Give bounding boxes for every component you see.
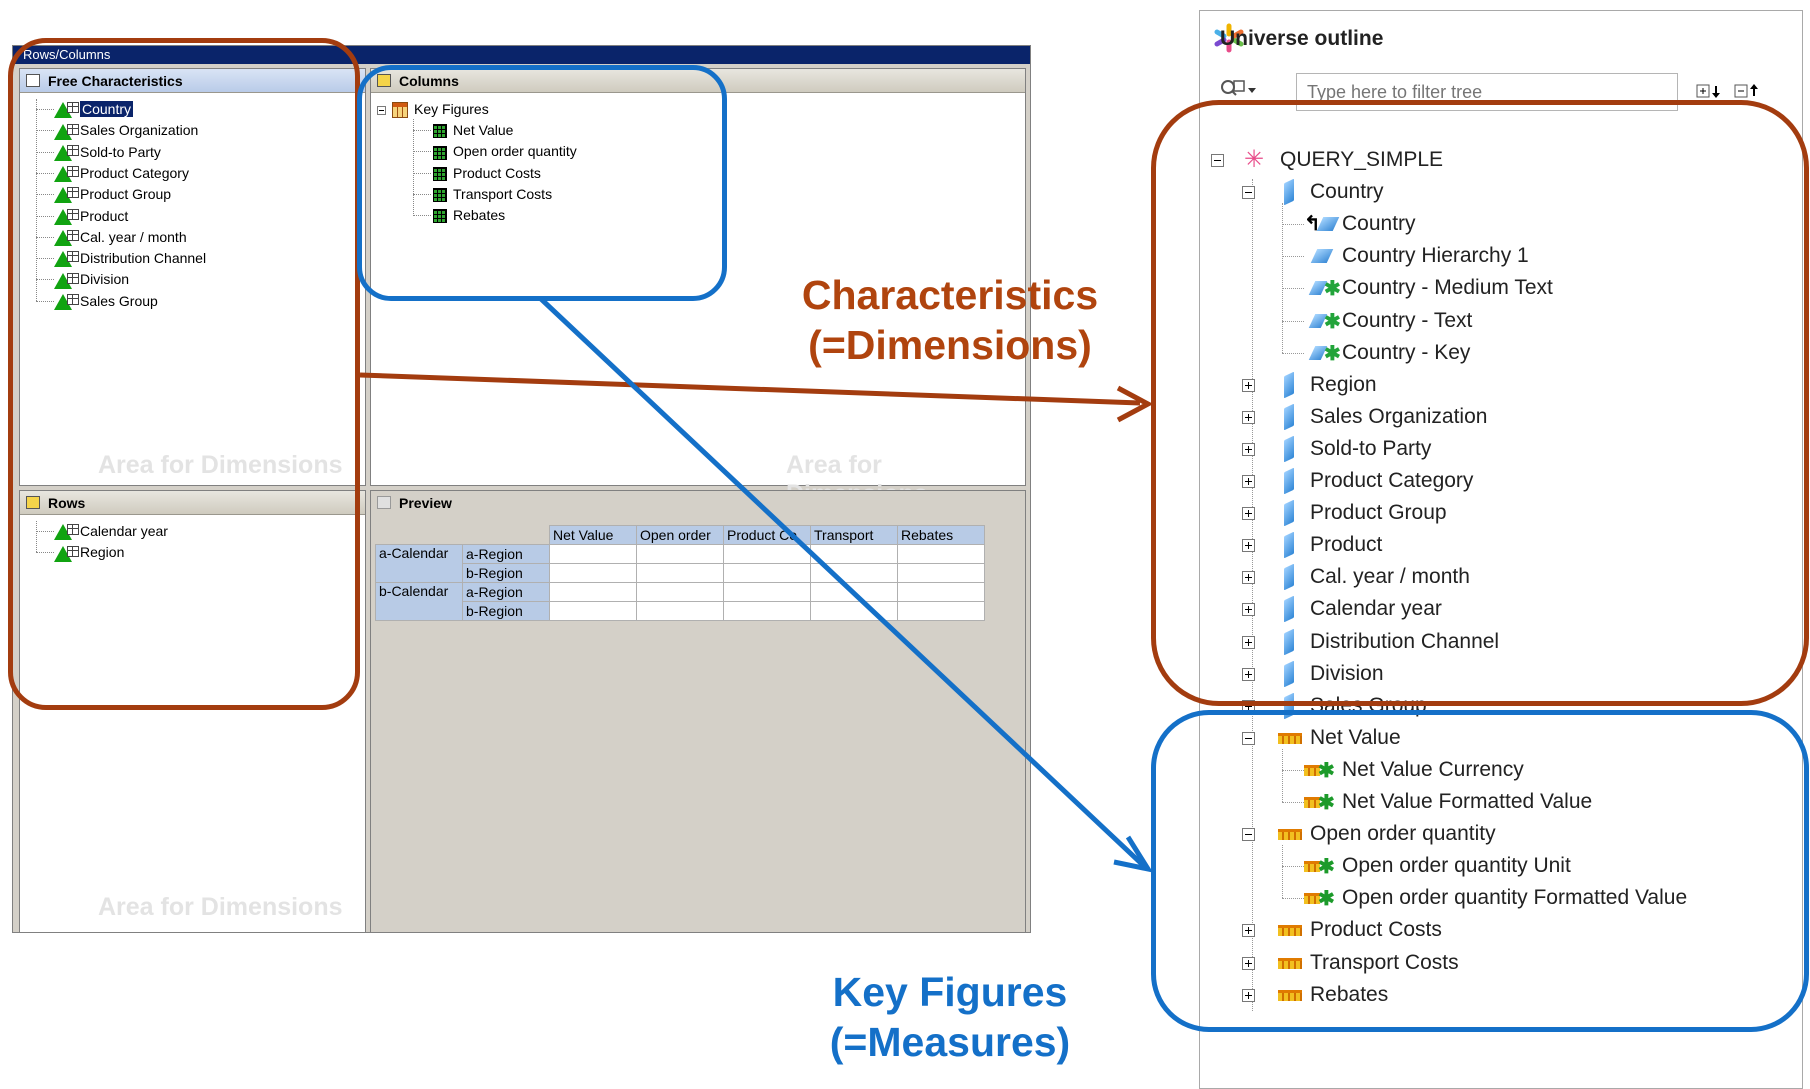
- key-figures-label-line2: (=Measures): [829, 1019, 1071, 1065]
- key-figures-label: Key Figures (=Measures): [800, 967, 1100, 1067]
- annotation-arrows: [359, 296, 1154, 873]
- characteristics-arrow: [359, 372, 1154, 423]
- characteristics-label-line2: (=Dimensions): [808, 322, 1092, 368]
- characteristics-label-line1: Characteristics: [801, 272, 1099, 318]
- key-figures-label-line1: Key Figures: [832, 969, 1068, 1015]
- key-figures-arrow: [538, 296, 1154, 873]
- characteristics-label: Characteristics (=Dimensions): [790, 270, 1110, 370]
